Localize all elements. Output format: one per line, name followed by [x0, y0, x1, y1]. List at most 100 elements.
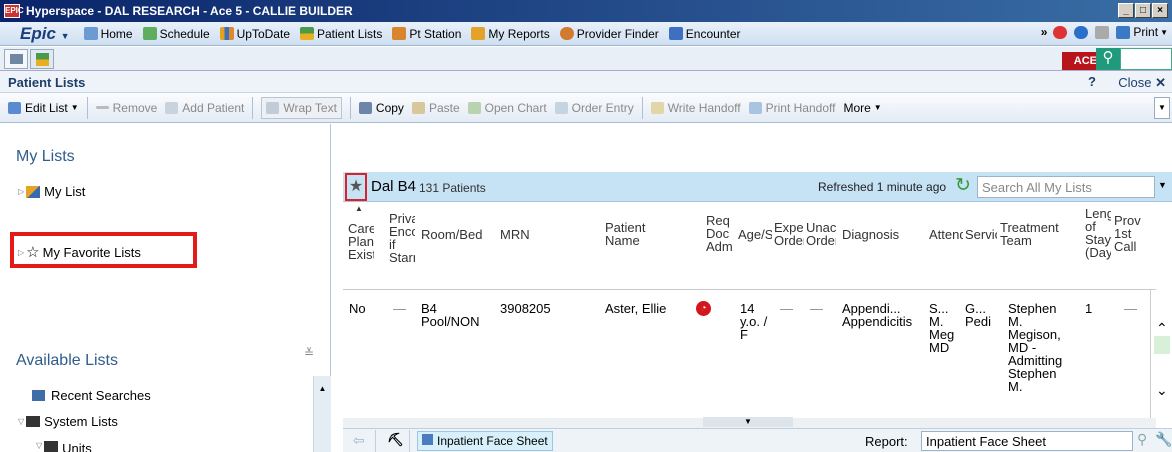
column-treatment-team[interactable]: Treatment Team	[1000, 221, 1064, 249]
nav-pt-station[interactable]: Pt Station	[392, 27, 461, 41]
table-row[interactable]: No — B4 Pool/NON 3908205 Aster, Ellie ◔ …	[343, 290, 1156, 420]
nav-home[interactable]: Home	[83, 27, 133, 41]
column-care-plan[interactable]: Care Plan Exists	[348, 222, 374, 276]
column-mrn[interactable]: MRN	[500, 228, 530, 241]
collapse-chevron-icon[interactable]: ≚	[304, 346, 314, 360]
print-handoff-button[interactable]: Print Handoff	[748, 101, 835, 115]
order-entry-icon	[554, 101, 568, 114]
face-sheet-icon	[422, 434, 433, 445]
cell-prov-1st-call: —	[1124, 301, 1137, 316]
nav-my-reports[interactable]: My Reports	[471, 27, 550, 41]
column-req-doc-adm[interactable]: Req Doc Adm	[706, 214, 734, 253]
tab-patient-lists-icon[interactable]	[30, 49, 54, 69]
edit-list-button[interactable]: Edit List ▼	[8, 101, 79, 115]
column-room-bed[interactable]: Room/Bed	[421, 228, 499, 242]
open-chart-button[interactable]: Open Chart	[467, 101, 547, 115]
search-my-lists-input[interactable]: Search All My Lists	[977, 176, 1155, 198]
nav-provider-finder[interactable]: Provider Finder	[559, 27, 659, 41]
back-arrow-icon[interactable]: ⇦	[353, 432, 365, 449]
print-menu-button[interactable]: Print ▼	[1116, 25, 1168, 39]
grid-horizontal-scrollbar[interactable]: ▼	[343, 417, 1156, 428]
tree-item-my-list[interactable]: ▷ My List	[18, 184, 85, 199]
report-search-icon[interactable]: ⚲	[1137, 431, 1147, 448]
column-expected-order[interactable]: Expected Order	[774, 221, 804, 249]
search-dropdown-arrow[interactable]: ▼	[1158, 180, 1167, 190]
epic-menu-button[interactable]: Epic ▼	[20, 24, 70, 44]
cell-expected-order: —	[780, 301, 793, 316]
search-icon[interactable]: ⚲	[1096, 48, 1120, 70]
scroll-thumb[interactable]	[1154, 336, 1170, 354]
nav-encounter[interactable]: Encounter	[668, 27, 741, 41]
nav-right-tools: » Print ▼	[1041, 25, 1168, 39]
close-window-button[interactable]: ×	[1152, 3, 1168, 18]
home-icon	[83, 27, 98, 40]
paste-button[interactable]: Paste	[411, 101, 460, 115]
tree-item-recent-searches[interactable]: Recent Searches	[32, 388, 151, 403]
help-button[interactable]: ?	[1088, 74, 1096, 89]
web-icon[interactable]	[1074, 25, 1089, 39]
toolbar-overflow-dropdown[interactable]: ▼	[1154, 97, 1170, 119]
request-doc-clock-icon[interactable]: ◔	[696, 301, 711, 316]
my-reports-icon	[471, 27, 486, 40]
column-age-sex[interactable]: Age/Sex	[738, 228, 772, 242]
expand-row-arrow[interactable]: ▼	[703, 417, 793, 427]
wrap-text-icon	[266, 101, 280, 114]
activity-title: Patient Lists	[8, 75, 86, 90]
recent-searches-icon	[32, 390, 45, 401]
list-header-bar: Dal B4 131 Patients Refreshed 1 minute a…	[343, 172, 1172, 202]
order-entry-button[interactable]: Order Entry	[554, 101, 634, 115]
copy-button[interactable]: Copy	[358, 101, 404, 115]
provider-finder-icon	[559, 27, 574, 40]
remove-button[interactable]: Remove	[95, 101, 157, 115]
scroll-down-icon[interactable]: ⌄	[1156, 382, 1168, 399]
wrap-text-button[interactable]: Wrap Text	[261, 96, 342, 119]
scroll-up-icon[interactable]: ⌃	[1156, 320, 1168, 337]
column-prov-1st-call[interactable]: Prov 1st Call	[1114, 214, 1142, 253]
open-chart-icon	[467, 101, 481, 114]
tree-item-system-lists[interactable]: ▽ System Lists	[18, 414, 118, 429]
refreshed-status: Refreshed 1 minute ago	[818, 180, 947, 194]
column-unack-order[interactable]: Unack Order	[806, 221, 836, 249]
tab-dashboard-icon[interactable]	[4, 49, 28, 69]
sort-ascending-icon: ▲	[355, 204, 363, 213]
more-button[interactable]: More ▼	[843, 101, 881, 115]
secure-chat-icon[interactable]	[1053, 25, 1068, 39]
global-search-input[interactable]	[1120, 48, 1172, 70]
star-filled-icon: ★	[348, 178, 364, 195]
left-scrollbar[interactable]: ▲	[313, 376, 331, 452]
binoculars-icon[interactable]: ⛏	[387, 432, 404, 448]
column-attending[interactable]: Attending	[929, 228, 963, 242]
tools-icon[interactable]	[1095, 25, 1110, 39]
refresh-icon[interactable]: ↻	[955, 176, 971, 196]
column-service[interactable]: Service	[965, 228, 997, 242]
report-bar: ⇦ ⛏ Inpatient Face Sheet Report: Inpatie…	[343, 428, 1172, 452]
activity-header: Patient Lists ? Close ✕	[0, 71, 1172, 93]
tree-item-units[interactable]: ▽ Units	[36, 441, 92, 452]
cell-service: G... Pedi	[965, 301, 992, 329]
remove-icon	[95, 106, 109, 109]
column-private[interactable]: Private Encounter if Starred	[389, 212, 415, 278]
column-diagnosis[interactable]: Diagnosis	[842, 228, 899, 241]
encounter-icon	[668, 27, 683, 40]
wrench-icon[interactable]: 🔧	[1155, 431, 1172, 448]
close-activity-button[interactable]: Close ✕	[1118, 75, 1166, 91]
grid-vertical-scrollbar[interactable]: ⌃ ⌄	[1150, 290, 1172, 420]
column-patient-name[interactable]: Patient Name	[605, 221, 675, 247]
write-handoff-button[interactable]: Write Handoff	[650, 101, 741, 115]
cell-age-sex: 14 y.o. / F	[740, 301, 768, 342]
add-patient-button[interactable]: Add Patient	[165, 101, 244, 115]
more-activities-button[interactable]: »	[1041, 25, 1048, 39]
pt-station-icon	[392, 27, 407, 40]
minimize-button[interactable]: _	[1118, 3, 1134, 18]
cell-treatment-team: Stephen M. Megison, MD - Admitting Steph…	[1008, 302, 1063, 394]
nav-uptodate[interactable]: UpToDate	[219, 27, 290, 41]
nav-schedule[interactable]: Schedule	[142, 27, 210, 41]
maximize-button[interactable]: □	[1135, 3, 1151, 18]
cell-patient-name: Aster, Ellie	[605, 301, 667, 316]
nav-patient-lists[interactable]: Patient Lists	[300, 27, 382, 41]
column-length-of-stay[interactable]: Length of Stay (Days)	[1085, 207, 1111, 273]
report-select-input[interactable]: Inpatient Face Sheet	[921, 431, 1133, 451]
inpatient-face-sheet-button[interactable]: Inpatient Face Sheet	[417, 431, 553, 451]
favorite-star-button[interactable]: ★	[345, 173, 367, 201]
folder-icon	[44, 441, 59, 452]
